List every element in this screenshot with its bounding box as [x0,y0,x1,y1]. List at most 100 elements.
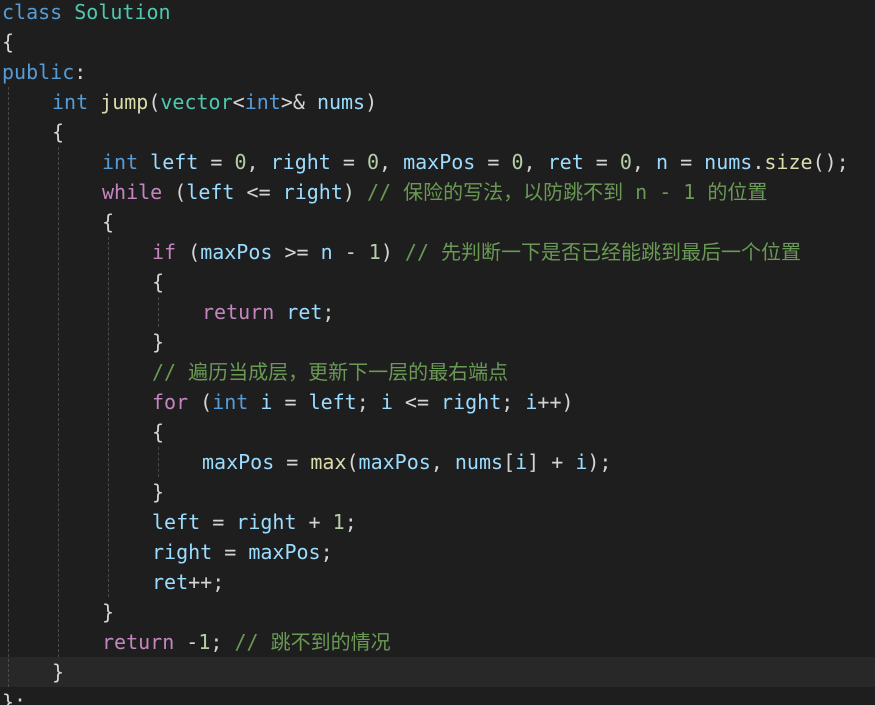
code-token: left [152,510,201,534]
code-line[interactable]: { [0,27,875,57]
code-token: ; [322,300,335,324]
code-token: right [236,510,297,534]
code-line[interactable]: { [0,117,875,147]
code-token: . [752,150,765,174]
code-line[interactable]: public: [0,57,875,87]
code-line[interactable]: { [0,267,875,297]
code-token: 0 [619,150,632,174]
code-token: ++) [537,390,574,414]
code-token: = [198,150,235,174]
code-token: 0 [366,150,379,174]
code-token: , [379,150,404,174]
code-line[interactable]: for (int i = left; i <= right; i++) [0,387,875,417]
code-token: ( [162,180,187,204]
code-token: class [2,0,63,24]
code-token: ; [320,540,333,564]
code-token: right [152,540,213,564]
code-token: right [270,150,331,174]
code-token: return [102,630,175,654]
code-token: maxPos [202,450,275,474]
code-line[interactable]: while (left <= right) // 保险的写法，以防跳不到 n -… [0,177,875,207]
code-token: ) [380,240,405,264]
code-line[interactable]: class Solution [0,0,875,27]
code-token: , [430,450,455,474]
code-line[interactable]: if (maxPos >= n - 1) // 先判断一下是否已经能跳到最后一个… [0,237,875,267]
code-token: { [152,420,165,444]
code-token: i [515,450,528,474]
code-token: ] + [527,450,576,474]
code-token: + [296,510,333,534]
code-token: { [52,120,65,144]
code-token: = [583,150,620,174]
code-line[interactable]: return ret; [0,297,875,327]
code-line[interactable]: } [0,597,875,627]
code-token: 1 [332,510,345,534]
code-token: >& [280,90,317,114]
code-line[interactable]: left = right + 1; [0,507,875,537]
code-token: = [330,150,367,174]
code-token: ( [346,450,359,474]
code-token: <= [234,180,283,204]
code-token: right [441,390,502,414]
code-token: <= [392,390,442,414]
code-editor[interactable]: class Solution { public: int jump(vector<in… [0,0,875,705]
code-token: jump [100,90,149,114]
code-token: < [232,90,245,114]
code-line[interactable]: // 遍历当成层，更新下一层的最右端点 [0,357,875,387]
code-line[interactable]: ret++; [0,567,875,597]
code-line[interactable]: { [0,207,875,237]
code-token: ( [148,90,161,114]
code-line[interactable]: int jump(vector<int>& nums) [0,87,875,117]
code-token: if [152,240,177,264]
code-token: int [102,150,139,174]
code-token: = [212,540,249,564]
code-token: - [332,240,369,264]
code-line[interactable]: } [0,327,875,357]
indent-guide [158,447,159,477]
code-token: ( [188,390,213,414]
code-token: = [200,510,237,534]
code-token: public [2,60,75,84]
code-line[interactable]: } [0,477,875,507]
code-token: maxPos [248,540,321,564]
code-line[interactable]: }; [0,687,875,705]
code-line[interactable]: return -1; // 跳不到的情况 [0,627,875,657]
code-token: size [764,150,813,174]
code-line[interactable]: maxPos = max(maxPos, nums[i] + i); [0,447,875,477]
code-comment: // 跳不到的情况 [234,630,391,654]
code-comment: // 保险的写法，以防跳不到 n - 1 的位置 [366,180,768,204]
code-token: nums [454,450,504,474]
code-token: ) [365,90,378,114]
code-line[interactable]: right = maxPos; [0,537,875,567]
code-comment: // 先判断一下是否已经能跳到最后一个位置 [404,240,802,264]
code-token: maxPos [403,150,476,174]
code-token: { [102,210,115,234]
code-token: n [656,150,669,174]
code-token: max [310,450,347,474]
code-line[interactable]: int left = 0, right = 0, maxPos = 0, ret… [0,147,875,177]
code-comment: // 遍历当成层，更新下一层的最右端点 [152,360,509,384]
code-token: ret [286,300,323,324]
code-token: = [272,390,309,414]
code-token: } [152,330,165,354]
code-token: , [631,150,656,174]
code-token: return [202,300,275,324]
code-token: 0 [234,150,247,174]
code-token: nums [316,90,366,114]
code-token: int [244,90,281,114]
code-line[interactable]: { [0,417,875,447]
code-token: { [2,30,15,54]
code-token: ++; [188,570,225,594]
code-token: = [475,150,512,174]
code-token: ; [501,390,526,414]
code-token: for [152,390,189,414]
code-token: ret [547,150,584,174]
indent-guide [8,87,9,687]
code-token: i [525,390,538,414]
code-line[interactable]: } [0,657,875,687]
